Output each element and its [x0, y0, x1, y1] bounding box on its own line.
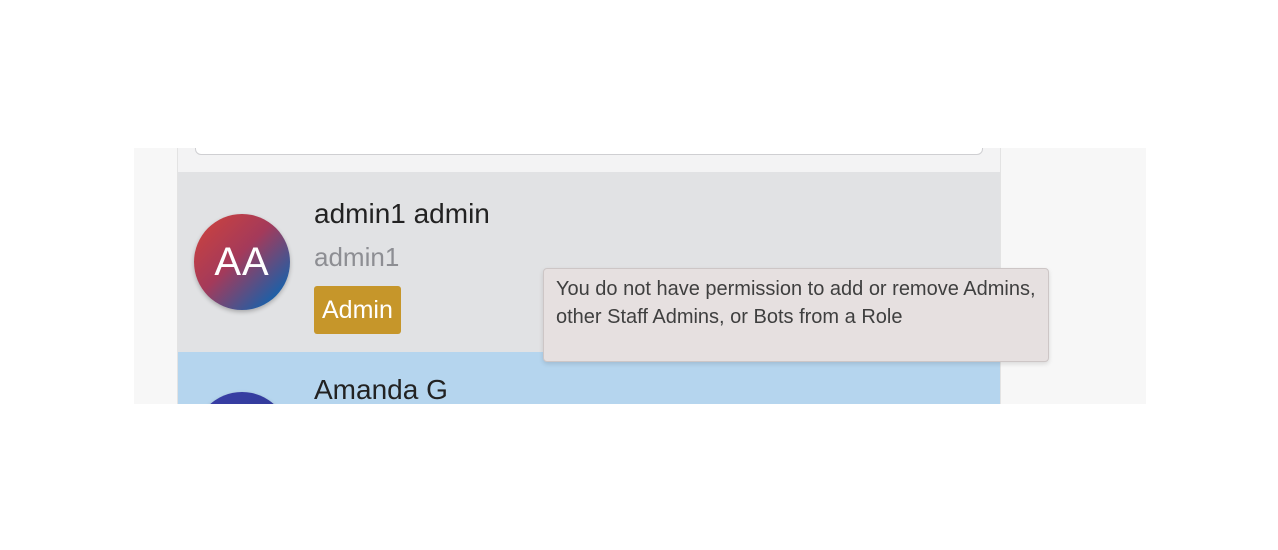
user-username: admin1: [314, 242, 400, 272]
user-display-name: admin1 admin: [314, 198, 490, 229]
search-input[interactable]: [195, 148, 983, 155]
user-display-name: Amanda G: [314, 374, 448, 404]
permission-tooltip: You do not have permission to add or rem…: [543, 268, 1049, 362]
avatar: AG: [194, 392, 290, 404]
admin-role-badge: Admin: [314, 286, 401, 334]
avatar-initials: AA: [214, 239, 270, 284]
avatar: AA: [194, 214, 290, 310]
search-strip: [178, 148, 1000, 172]
